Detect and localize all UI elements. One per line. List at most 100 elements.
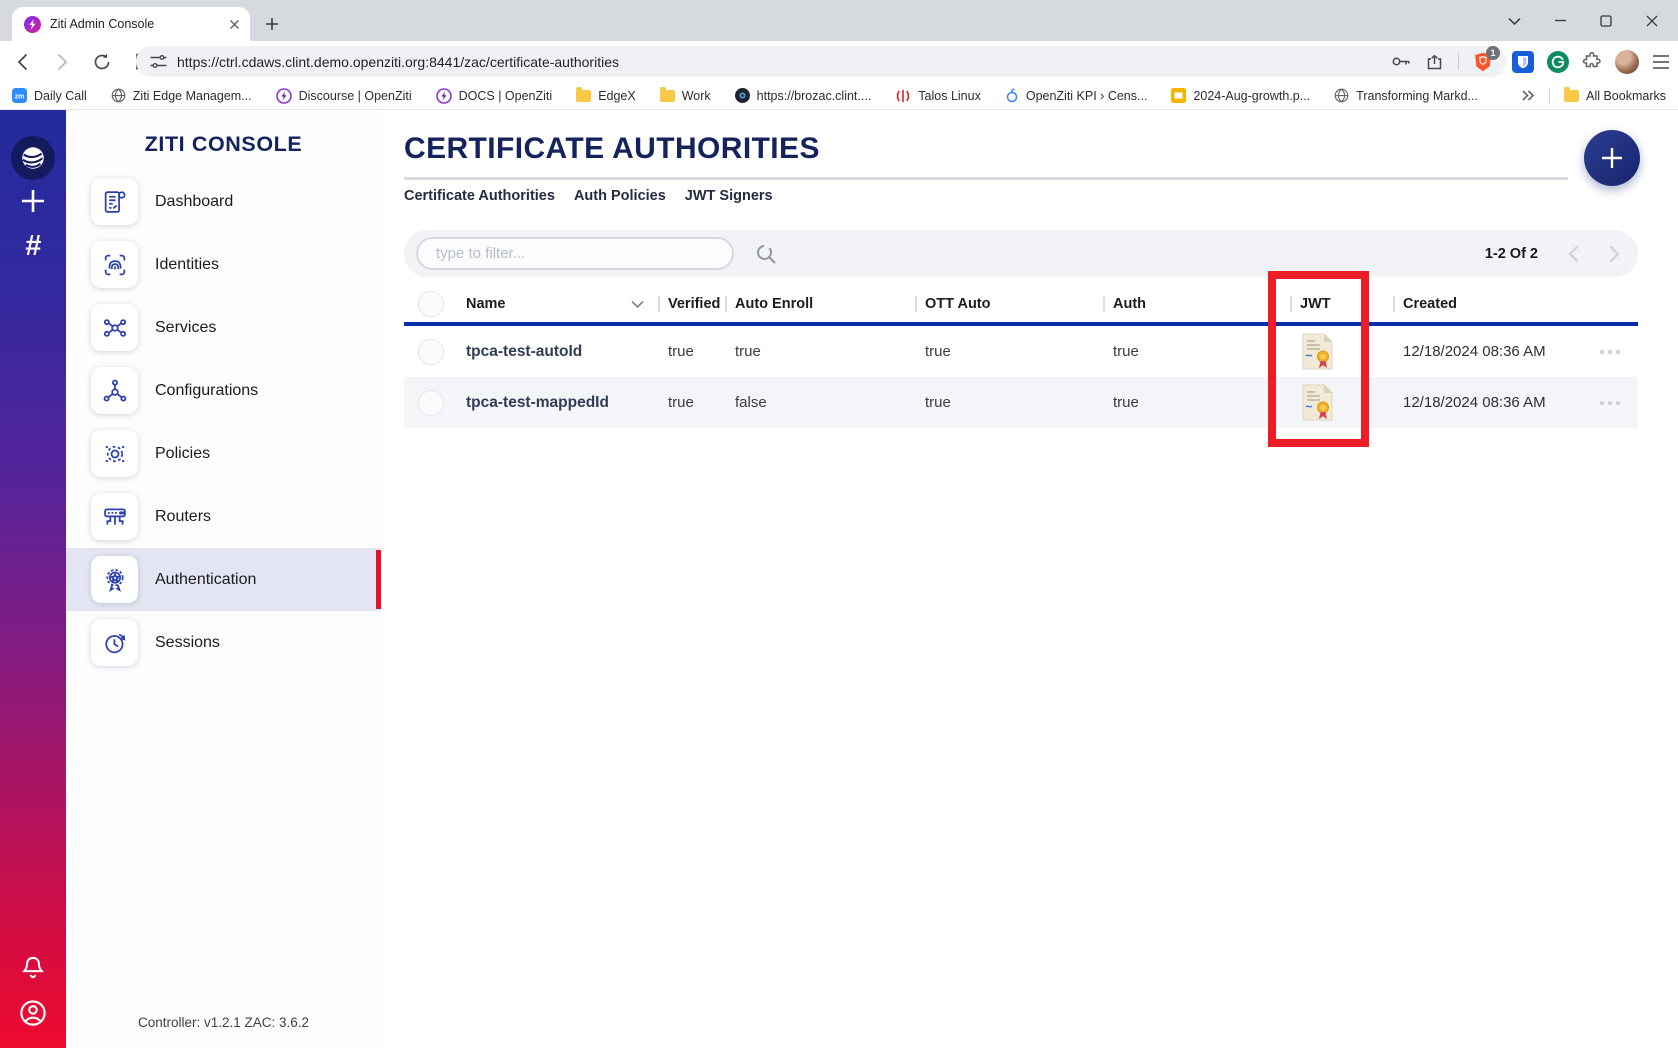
dashboard-icon bbox=[91, 178, 138, 225]
new-tab-button[interactable] bbox=[258, 10, 286, 38]
pagination: 1-2 Of 2 bbox=[1485, 245, 1638, 263]
ca-name[interactable]: tpca-test-mappedId bbox=[466, 394, 609, 412]
grammarly-icon[interactable] bbox=[1547, 51, 1569, 73]
browser-tab-strip: Ziti Admin Console bbox=[0, 0, 1678, 41]
profile-avatar[interactable] bbox=[1615, 50, 1639, 74]
notifications-bell-icon[interactable] bbox=[20, 954, 47, 981]
close-window-icon[interactable] bbox=[1642, 11, 1662, 31]
share-icon[interactable] bbox=[1426, 54, 1443, 70]
back-icon[interactable] bbox=[8, 48, 36, 76]
sidebar-item-services[interactable]: Services bbox=[66, 296, 381, 359]
profile-icon[interactable] bbox=[18, 998, 48, 1028]
bookmark-item[interactable]: EdgeX bbox=[576, 89, 636, 103]
page-count: 1-2 Of 2 bbox=[1485, 246, 1538, 262]
add-certificate-authority-button[interactable] bbox=[1584, 130, 1640, 186]
sessions-clock-icon bbox=[91, 619, 138, 666]
bookmark-item[interactable]: DOCS | OpenZiti bbox=[436, 88, 553, 104]
tab-close-icon[interactable] bbox=[229, 19, 240, 30]
list-toolbar: 1-2 Of 2 bbox=[404, 230, 1638, 277]
tab-jwt-signers[interactable]: JWT Signers bbox=[685, 188, 773, 204]
bookmark-item[interactable]: Discourse | OpenZiti bbox=[276, 88, 412, 104]
created-value: 12/18/2024 08:36 AM bbox=[1403, 343, 1546, 360]
browser-tab[interactable]: Ziti Admin Console bbox=[12, 7, 250, 41]
bookmark-item[interactable]: Work bbox=[660, 89, 711, 103]
bookmark-item[interactable]: zm Daily Call bbox=[12, 88, 87, 103]
column-header-auto-enroll[interactable]: Auto Enroll bbox=[725, 288, 915, 320]
column-header-name[interactable]: Name bbox=[466, 288, 658, 320]
maximize-icon[interactable] bbox=[1596, 11, 1616, 31]
tab-auth-policies[interactable]: Auth Policies bbox=[574, 188, 666, 204]
main-content: CERTIFICATE AUTHORITIES Certificate Auth… bbox=[381, 110, 1678, 1048]
address-bar[interactable]: https://ctrl.cdaws.clint.demo.openziti.o… bbox=[136, 46, 1506, 77]
ziti-favicon bbox=[24, 16, 41, 33]
all-bookmarks-button[interactable]: All Bookmarks bbox=[1564, 89, 1666, 103]
ziti-logo-icon[interactable] bbox=[11, 136, 55, 180]
row-menu-icon[interactable] bbox=[1600, 350, 1620, 354]
column-header-created[interactable]: Created bbox=[1393, 288, 1560, 320]
tab-search-chevron-icon[interactable] bbox=[1504, 11, 1524, 31]
bookmark-item[interactable]: 2024-Aug-growth.p... bbox=[1171, 88, 1310, 103]
folder-icon bbox=[660, 90, 675, 102]
browser-menu-icon[interactable] bbox=[1652, 55, 1670, 69]
sidebar: ZITI CONSOLE Dashboard Identities bbox=[66, 110, 381, 1048]
bookmark-item[interactable]: https://brozac.clint.... bbox=[735, 88, 872, 103]
tab-title: Ziti Admin Console bbox=[50, 17, 229, 31]
select-all-checkbox[interactable] bbox=[418, 291, 444, 317]
page-next-icon[interactable] bbox=[1609, 245, 1620, 263]
bookmark-item[interactable]: Talos Linux bbox=[895, 89, 981, 103]
sidebar-item-routers[interactable]: Routers bbox=[66, 485, 381, 548]
reload-icon[interactable] bbox=[88, 48, 116, 76]
sidebar-item-configurations[interactable]: Configurations bbox=[66, 359, 381, 422]
row-menu-icon[interactable] bbox=[1600, 401, 1620, 405]
ott-auto-value: true bbox=[925, 343, 951, 360]
sidebar-item-label: Configurations bbox=[155, 382, 258, 400]
auth-value: true bbox=[1113, 343, 1139, 360]
brave-shield-icon[interactable]: 1 bbox=[1474, 52, 1492, 72]
column-header-ott-auto[interactable]: OTT Auto bbox=[915, 288, 1103, 320]
ott-auto-value: true bbox=[925, 394, 951, 411]
jwt-certificate-icon[interactable] bbox=[1302, 333, 1333, 370]
rail-hash-icon[interactable]: # bbox=[25, 230, 41, 263]
site-icon bbox=[735, 88, 750, 103]
filter-input[interactable] bbox=[418, 245, 732, 262]
folder-icon bbox=[576, 90, 591, 102]
extensions-puzzle-icon[interactable] bbox=[1582, 52, 1602, 72]
forward-icon[interactable] bbox=[48, 48, 76, 76]
page-prev-icon[interactable] bbox=[1568, 245, 1579, 263]
column-header-auth[interactable]: Auth bbox=[1103, 288, 1290, 320]
tab-certificate-authorities[interactable]: Certificate Authorities bbox=[404, 188, 555, 204]
talos-icon bbox=[895, 89, 911, 103]
sidebar-item-sessions[interactable]: Sessions bbox=[66, 611, 381, 674]
sidebar-item-identities[interactable]: Identities bbox=[66, 233, 381, 296]
column-header-jwt[interactable]: JWT bbox=[1290, 288, 1393, 320]
url-text[interactable]: https://ctrl.cdaws.clint.demo.openziti.o… bbox=[177, 54, 1392, 70]
row-checkbox[interactable] bbox=[418, 390, 444, 416]
ca-name[interactable]: tpca-test-autoId bbox=[466, 343, 582, 361]
bookmarks-divider bbox=[1549, 88, 1550, 104]
sidebar-item-authentication[interactable]: Authentication bbox=[66, 548, 381, 611]
minimize-icon[interactable] bbox=[1550, 11, 1570, 31]
jwt-certificate-icon[interactable] bbox=[1302, 384, 1333, 421]
bookmark-item[interactable]: Ziti Edge Managem... bbox=[111, 88, 252, 103]
sidebar-item-label: Authentication bbox=[155, 571, 256, 589]
bitwarden-icon[interactable] bbox=[1512, 51, 1534, 73]
sidebar-item-dashboard[interactable]: Dashboard bbox=[66, 170, 381, 233]
site-settings-icon[interactable] bbox=[150, 54, 167, 69]
router-icon bbox=[91, 493, 138, 540]
row-checkbox[interactable] bbox=[418, 339, 444, 365]
sidebar-item-policies[interactable]: Policies bbox=[66, 422, 381, 485]
table-row[interactable]: tpca-test-autoId true true true true 12/… bbox=[404, 326, 1638, 377]
bookmark-item[interactable]: Transforming Markd... bbox=[1334, 88, 1478, 103]
column-header-verified[interactable]: Verified bbox=[658, 288, 725, 320]
sidebar-title: ZITI CONSOLE bbox=[66, 132, 381, 157]
rail-add-icon[interactable] bbox=[20, 188, 46, 214]
sort-chevron-icon[interactable] bbox=[631, 300, 644, 308]
window-controls bbox=[1504, 0, 1672, 41]
table-row[interactable]: tpca-test-mappedId true false true true … bbox=[404, 377, 1638, 428]
password-key-icon[interactable] bbox=[1392, 56, 1411, 67]
sidebar-item-label: Sessions bbox=[155, 634, 220, 652]
sidebar-nav: Dashboard Identities Services bbox=[66, 170, 381, 674]
bookmarks-overflow-icon[interactable] bbox=[1521, 90, 1535, 101]
bookmark-item[interactable]: OpenZiti KPI › Cens... bbox=[1005, 88, 1148, 103]
search-icon[interactable] bbox=[754, 242, 778, 266]
